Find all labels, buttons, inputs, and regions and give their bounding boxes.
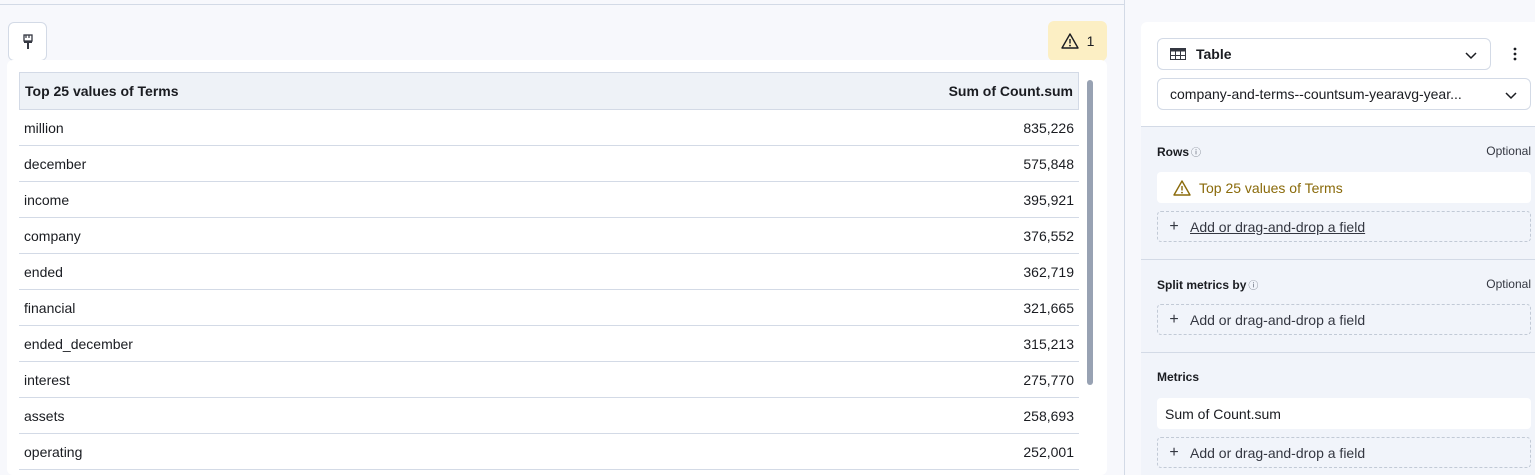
dataset-select[interactable]: company-and-terms--countsum-yearavg-year…	[1157, 78, 1531, 110]
rows-field-label: Top 25 values of Terms	[1199, 179, 1343, 196]
table-cell-term: million	[24, 119, 64, 136]
table-cell-term: operating	[24, 443, 83, 460]
table-cell-value: 362,719	[1023, 263, 1074, 280]
table-icon	[1170, 48, 1186, 60]
table-cell-value: 275,770	[1023, 371, 1074, 388]
warning-badge[interactable]: 1	[1048, 21, 1107, 61]
table-row: company 376,552	[19, 218, 1079, 254]
split-optional: Optional	[1486, 277, 1531, 291]
paint-button[interactable]	[8, 22, 47, 61]
chevron-down-icon	[1505, 92, 1517, 100]
table-row: assets 258,693	[19, 398, 1079, 434]
split-metrics-section: Split metrics by ⓘ Optional + Add or drag…	[1141, 259, 1535, 352]
column-header-sum[interactable]: Sum of Count.sum	[949, 83, 1073, 99]
metrics-field-label: Sum of Count.sum	[1165, 405, 1281, 422]
plus-icon: +	[1169, 310, 1179, 328]
table-row: million 835,226	[19, 110, 1079, 146]
table-cell-term: financial	[24, 299, 76, 316]
rows-optional: Optional	[1486, 144, 1531, 158]
split-add-label: Add or drag-and-drop a field	[1190, 311, 1366, 328]
table-cell-value: 252,001	[1023, 443, 1074, 460]
metrics-add-field[interactable]: + Add or drag-and-drop a field	[1157, 437, 1531, 468]
warning-count: 1	[1086, 33, 1095, 49]
split-title-text: Split metrics by	[1157, 278, 1247, 292]
chevron-down-icon	[1465, 52, 1477, 60]
warning-icon	[1173, 179, 1191, 196]
rows-title-text: Rows	[1157, 145, 1190, 159]
rows-section: Rows ⓘ Optional Top 25 values of Terms + …	[1141, 126, 1535, 259]
chart-type-select[interactable]: Table	[1157, 38, 1491, 70]
table-row: december 575,848	[19, 146, 1079, 182]
table-cell-term: ended	[24, 263, 63, 280]
table-cell-term: assets	[24, 407, 65, 424]
table-row: income 395,921	[19, 182, 1079, 218]
plus-icon: +	[1169, 217, 1179, 235]
table-cell-value: 835,226	[1023, 119, 1074, 136]
split-add-field[interactable]: + Add or drag-and-drop a field	[1157, 304, 1531, 335]
warning-icon	[1060, 33, 1079, 49]
chart-type-label: Table	[1196, 46, 1232, 62]
table-cell-term: december	[24, 155, 87, 172]
split-title: Split metrics by ⓘ	[1157, 277, 1258, 292]
table-cell-term: income	[24, 191, 70, 208]
metrics-add-label: Add or drag-and-drop a field	[1190, 444, 1366, 461]
dataset-label: company-and-terms--countsum-yearavg-year…	[1170, 86, 1462, 102]
table-cell-value: 258,693	[1023, 407, 1074, 424]
help-icon[interactable]: ⓘ	[1191, 148, 1201, 159]
table-cell-value: 395,921	[1023, 191, 1074, 208]
table-cell-value: 315,213	[1023, 335, 1074, 352]
panel-header: Table company-and-terms--countsum-yearav…	[1141, 22, 1535, 126]
table-row: interest 275,770	[19, 362, 1079, 398]
rows-field[interactable]: Top 25 values of Terms	[1157, 172, 1531, 203]
table-scrollbar[interactable]	[1087, 80, 1093, 385]
metrics-field[interactable]: Sum of Count.sum	[1157, 398, 1531, 429]
table-cell-term: ended_december	[24, 335, 133, 352]
table-header-row: Top 25 values of Terms Sum of Count.sum	[19, 72, 1079, 110]
table-row: financial 321,665	[19, 290, 1079, 326]
table-row: ended_december 315,213	[19, 326, 1079, 362]
config-panel: Table company-and-terms--countsum-yearav…	[1125, 0, 1535, 475]
table-cell-value: 321,665	[1023, 299, 1074, 316]
table-row: operating 252,001	[19, 434, 1079, 470]
table-cell-value: 376,552	[1023, 227, 1074, 244]
table-cell-value: 575,848	[1023, 155, 1074, 172]
table-cell-term: company	[24, 227, 81, 244]
rows-add-label[interactable]: Add or drag-and-drop a field	[1190, 219, 1365, 235]
data-table: Top 25 values of Terms Sum of Count.sum …	[7, 60, 1107, 475]
table-cell-term: interest	[24, 371, 70, 388]
plus-icon: +	[1169, 443, 1179, 461]
metrics-title: Metrics	[1157, 370, 1200, 384]
rows-add-field[interactable]: + Add or drag-and-drop a field	[1157, 211, 1531, 242]
table-body: Top 25 values of Terms Sum of Count.sum …	[19, 72, 1079, 470]
help-icon[interactable]: ⓘ	[1248, 281, 1258, 292]
paintbrush-icon	[22, 33, 33, 49]
more-options-icon[interactable]	[1511, 46, 1519, 62]
metrics-section: Metrics Sum of Count.sum + Add or drag-a…	[1141, 352, 1535, 475]
table-row: ended 362,719	[19, 254, 1079, 290]
rows-title: Rows ⓘ	[1157, 144, 1201, 159]
column-header-terms[interactable]: Top 25 values of Terms	[25, 83, 179, 99]
